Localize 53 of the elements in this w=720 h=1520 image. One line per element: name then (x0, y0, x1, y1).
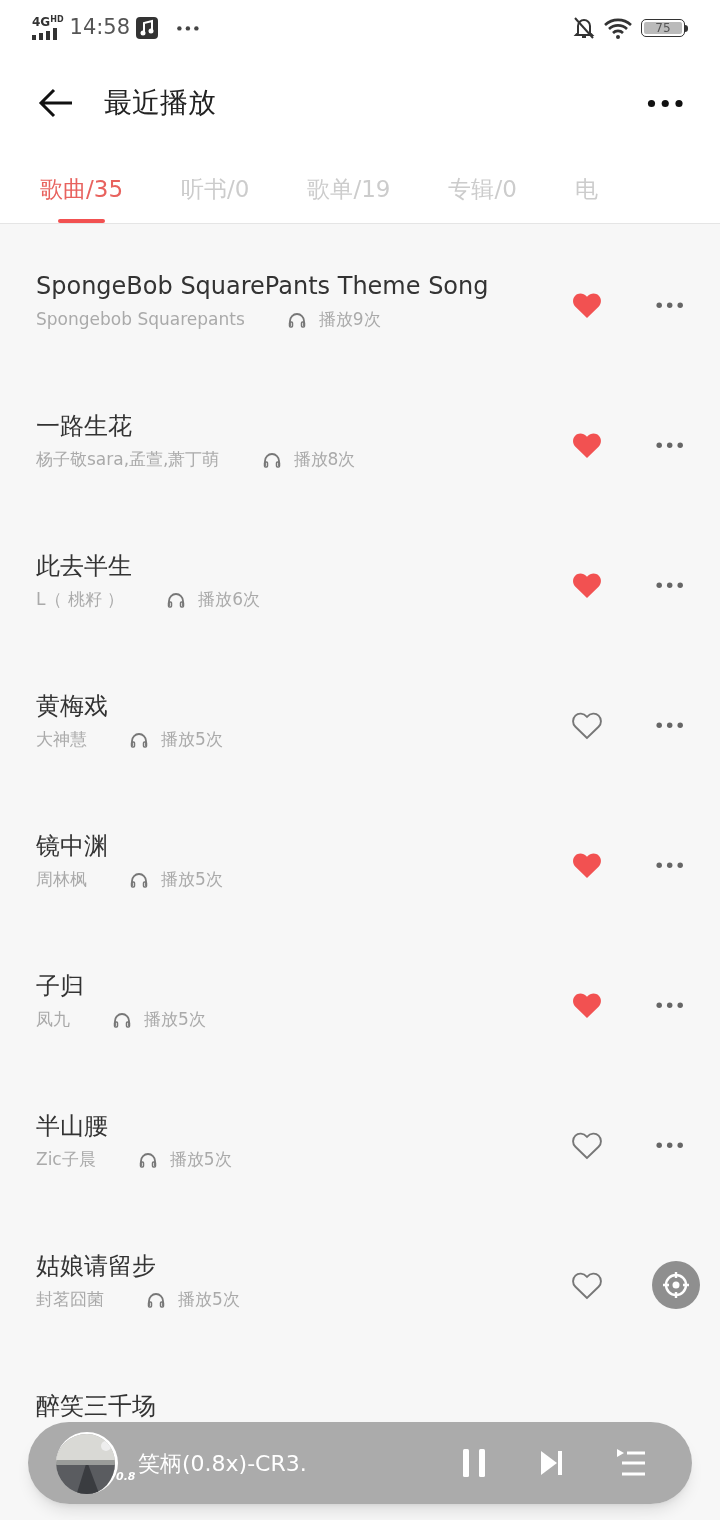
now-playing-title: 笑柄(0.8x)-CR3. (138, 1449, 307, 1478)
song-title: 镜中渊 (36, 831, 109, 861)
more-icon[interactable] (645, 97, 684, 109)
artist-name: 封茗囧菌 (36, 1288, 104, 1311)
heart-icon[interactable] (570, 1130, 604, 1160)
more-icon[interactable] (176, 24, 200, 32)
headphones-icon (129, 870, 149, 889)
artist-name: 大神慧 (36, 728, 87, 751)
artist-name: Spongebob Squarepants (36, 308, 245, 331)
song-title: 半山腰 (36, 1111, 109, 1141)
heart-icon[interactable] (570, 1270, 604, 1300)
play-count: 播放5次 (161, 868, 223, 891)
headphones-icon (146, 1290, 166, 1309)
clock-time: 14:58 (69, 14, 131, 42)
headphones-icon (166, 590, 187, 609)
headphones-icon (112, 1010, 132, 1029)
crosshair-icon (661, 1270, 691, 1300)
speed-label: 0.8 (116, 1469, 136, 1485)
locate-button[interactable] (652, 1261, 700, 1309)
battery-indicator: 75 (641, 19, 688, 37)
artist-name: 凤九 (36, 1008, 70, 1031)
song-title: 姑娘请留步 (36, 1251, 157, 1281)
heart-icon[interactable] (570, 710, 604, 740)
music-note-icon (136, 17, 159, 39)
song-title: 黄梅戏 (36, 691, 109, 721)
play-count: 播放5次 (178, 1288, 240, 1311)
artist-name: Zic子晨 (36, 1148, 96, 1171)
back-arrow-icon[interactable] (38, 87, 74, 119)
headphones-icon (286, 310, 307, 329)
play-count: 播放5次 (144, 1008, 206, 1031)
play-count: 播放5次 (169, 1148, 232, 1171)
bell-off-icon (573, 16, 595, 40)
headphones-icon (129, 730, 149, 749)
song-title: 一路生花 (36, 411, 133, 441)
play-count: 播放9次 (318, 308, 381, 331)
play-count: 播放5次 (161, 728, 223, 751)
song-title: 子归 (36, 971, 85, 1001)
artist-name: L（ 桃籽 ） (36, 588, 125, 611)
playlist-icon[interactable] (616, 1448, 646, 1478)
wifi-icon (603, 17, 633, 39)
song-title: 此去半生 (36, 551, 133, 581)
song-title: SpongeBob SquarePants Theme Song (36, 271, 490, 301)
pause-icon[interactable] (462, 1448, 488, 1478)
page-title: 最近播放 (104, 85, 216, 121)
headphones-icon (261, 450, 282, 469)
next-track-icon[interactable] (540, 1450, 564, 1476)
song-title: 醉笑三千场 (36, 1391, 157, 1421)
headphones-icon (137, 1150, 158, 1169)
play-count: 播放6次 (198, 588, 261, 611)
category-tab[interactable]: 歌曲/35 (40, 150, 123, 223)
artist-name: 杨子敬sara,孟萱,萧丁萌 (36, 448, 220, 471)
artist-name: 周林枫 (36, 868, 87, 891)
play-count: 播放8次 (293, 448, 356, 471)
